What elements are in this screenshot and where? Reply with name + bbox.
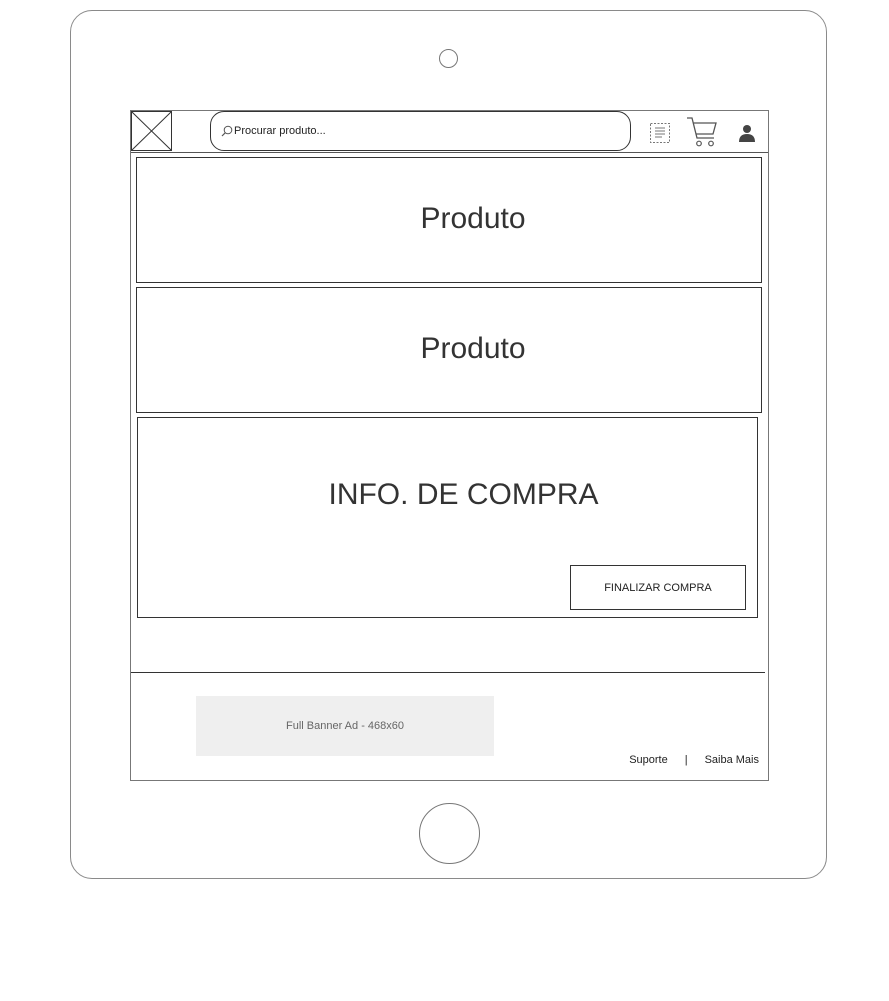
- home-button[interactable]: [419, 803, 480, 864]
- footer-link-saiba-mais[interactable]: Saiba Mais: [705, 754, 759, 766]
- product-title: Produto: [420, 202, 526, 235]
- user-icon[interactable]: [737, 123, 757, 143]
- footer-divider: [131, 672, 765, 673]
- logo-placeholder-icon[interactable]: [131, 111, 172, 151]
- banner-ad[interactable]: Full Banner Ad - 468x60: [196, 696, 494, 756]
- product-title: Produto: [420, 332, 526, 365]
- search-icon: [221, 125, 233, 137]
- header-divider: [131, 152, 768, 153]
- camera-icon: [439, 49, 458, 68]
- footer-separator: |: [684, 754, 688, 766]
- footer-link-suporte[interactable]: Suporte: [629, 754, 668, 766]
- search-bar[interactable]: [210, 111, 631, 151]
- purchase-info-title: INFO. DE COMPRA: [328, 478, 599, 511]
- cart-icon[interactable]: [686, 115, 718, 149]
- list-icon[interactable]: [649, 122, 671, 144]
- search-input[interactable]: [234, 121, 614, 141]
- product-card[interactable]: Produto: [136, 287, 762, 413]
- screen: Produto Produto INFO. DE COMPRA FINALIZA…: [130, 110, 769, 781]
- product-card[interactable]: Produto: [136, 157, 762, 283]
- purchase-info-panel: INFO. DE COMPRA FINALIZAR COMPRA: [137, 417, 758, 618]
- footer-links: Suporte | Saiba Mais: [629, 754, 759, 766]
- finalize-purchase-button[interactable]: FINALIZAR COMPRA: [570, 565, 746, 610]
